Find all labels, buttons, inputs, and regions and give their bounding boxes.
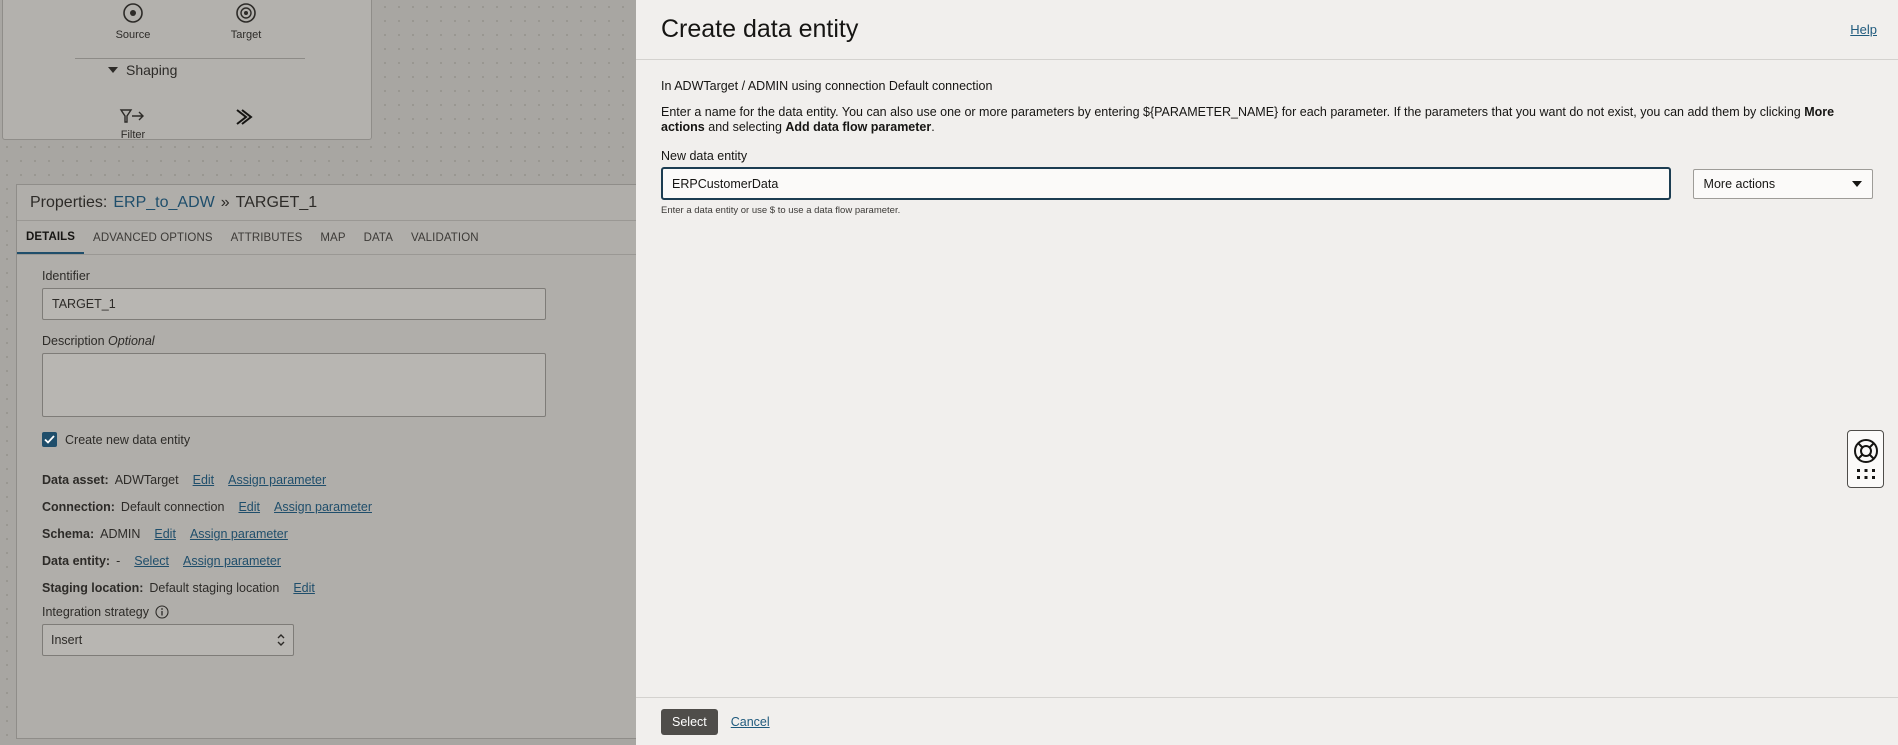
properties-header: Properties: ERP_to_ADW » TARGET_1 [17, 185, 636, 221]
description-label-text: Description [42, 334, 105, 348]
schema-row: Schema: ADMIN Edit Assign parameter [42, 520, 630, 547]
schema-label: Schema: [42, 526, 95, 541]
description-optional: Optional [108, 334, 155, 348]
data-asset-value: ADWTarget [114, 472, 179, 487]
flow-link[interactable]: ERP_to_ADW [113, 194, 214, 212]
tab-advanced-options[interactable]: ADVANCED OPTIONS [84, 221, 222, 254]
integration-value: Insert [51, 633, 83, 647]
palette-join[interactable] [211, 107, 281, 131]
data-entity-select-link[interactable]: Select [134, 554, 169, 568]
data-asset-label: Data asset: [42, 472, 109, 487]
info-icon[interactable] [155, 605, 169, 619]
connection-label: Connection: [42, 499, 115, 514]
instructions-part1: Enter a name for the data entity. You ca… [661, 105, 1805, 119]
properties-tabs: DETAILS ADVANCED OPTIONS ATTRIBUTES MAP … [17, 221, 636, 255]
chevron-down-icon [108, 67, 118, 73]
more-actions-label: More actions [1703, 176, 1776, 191]
integration-label-row: Integration strategy [42, 605, 630, 619]
tab-details[interactable]: DETAILS [17, 221, 85, 254]
drawer-header: Create data entity Help [636, 0, 1898, 60]
integration-strategy-select[interactable]: Insert [42, 624, 294, 656]
connection-assign-link[interactable]: Assign parameter [274, 500, 372, 514]
create-entity-checkbox[interactable] [42, 432, 57, 447]
check-icon [44, 435, 55, 444]
breadcrumb-separator: » [220, 193, 230, 211]
connection-row: Connection: Default connection Edit Assi… [42, 493, 630, 520]
integration-label: Integration strategy [42, 605, 150, 619]
data-entity-label: Data entity: [42, 553, 111, 568]
tab-attributes[interactable]: ATTRIBUTES [222, 221, 312, 254]
new-entity-hint: Enter a data entity or use $ to use a da… [661, 205, 901, 216]
data-asset-assign-link[interactable]: Assign parameter [228, 473, 326, 487]
create-entity-checkbox-row[interactable]: Create new data entity [42, 432, 630, 447]
filter-icon [119, 109, 144, 123]
create-entity-label: Create new data entity [65, 432, 191, 447]
instructions-part2: and selecting [704, 120, 786, 134]
join-icon [236, 109, 253, 125]
node-name: TARGET_1 [235, 193, 318, 211]
data-asset-row: Data asset: ADWTarget Edit Assign parame… [42, 466, 630, 493]
chevron-down-icon [1852, 180, 1862, 187]
staging-value: Default staging location [149, 580, 280, 595]
palette-target[interactable]: Target [211, 1, 281, 41]
connection-edit-link[interactable]: Edit [238, 500, 260, 514]
description-label: Description Optional [42, 334, 630, 348]
instructions-bold-add-param: Add data flow parameter [785, 120, 932, 134]
palette-filter[interactable]: Filter [98, 107, 168, 141]
data-entity-assign-link[interactable]: Assign parameter [183, 554, 281, 568]
staging-label: Staging location: [42, 580, 144, 595]
identifier-input[interactable]: TARGET_1 [42, 288, 546, 320]
palette-filter-label: Filter [120, 129, 146, 141]
data-entity-row: Data entity: - Select Assign parameter [42, 547, 630, 574]
tab-validation[interactable]: VALIDATION [402, 221, 488, 254]
properties-body: Identifier TARGET_1 Description Optional… [17, 255, 636, 670]
data-asset-edit-link[interactable]: Edit [193, 473, 215, 487]
staging-row: Staging location: Default staging locati… [42, 574, 630, 601]
help-link[interactable]: Help [1850, 22, 1877, 37]
instructions-text: Enter a name for the data entity. You ca… [661, 105, 1856, 135]
data-entity-value: - [116, 553, 121, 568]
schema-value: ADMIN [100, 526, 141, 541]
palette-divider [75, 58, 305, 59]
help-widget[interactable] [1847, 430, 1884, 488]
more-actions-dropdown[interactable]: More actions [1692, 168, 1873, 199]
tab-data[interactable]: DATA [355, 221, 402, 254]
drawer-body: In ADWTarget / ADMIN using connection De… [636, 60, 1898, 216]
palette-source-label: Source [115, 29, 151, 41]
properties-prefix: Properties: [30, 193, 108, 211]
palette-target-label: Target [230, 29, 262, 41]
grid-dots-icon [1856, 469, 1875, 479]
lifebuoy-icon [1853, 439, 1878, 463]
palette-source[interactable]: Source [98, 1, 168, 41]
schema-assign-link[interactable]: Assign parameter [190, 527, 288, 541]
properties-panel: Properties: ERP_to_ADW » TARGET_1 DETAIL… [16, 184, 636, 739]
select-button[interactable]: Select [661, 708, 718, 735]
updown-chevron-icon [277, 634, 285, 646]
description-textarea[interactable] [42, 353, 546, 417]
cancel-link[interactable]: Cancel [731, 715, 770, 729]
target-icon [236, 3, 256, 23]
drawer-footer: Select Cancel [636, 697, 1898, 745]
palette-section-label: Shaping [126, 62, 178, 78]
drawer-title: Create data entity [661, 15, 859, 43]
tab-map[interactable]: MAP [311, 221, 354, 254]
new-entity-label: New data entity [661, 149, 748, 163]
new-entity-row: More actions [661, 167, 1873, 200]
staging-edit-link[interactable]: Edit [293, 581, 315, 595]
instructions-part3: . [931, 120, 935, 134]
connection-value: Default connection [120, 499, 225, 514]
operator-palette: Source Target Shaping Filter [2, 0, 372, 141]
identifier-label: Identifier [42, 269, 90, 283]
canvas-background: Source Target Shaping Filter Properties:… [0, 0, 636, 745]
schema-edit-link[interactable]: Edit [154, 527, 176, 541]
create-data-entity-drawer: Create data entity Help In ADWTarget / A… [636, 0, 1898, 745]
palette-section-shaping[interactable]: Shaping [108, 62, 177, 78]
new-entity-input[interactable] [661, 167, 1671, 200]
context-line: In ADWTarget / ADMIN using connection De… [661, 79, 993, 93]
source-icon [123, 3, 143, 23]
